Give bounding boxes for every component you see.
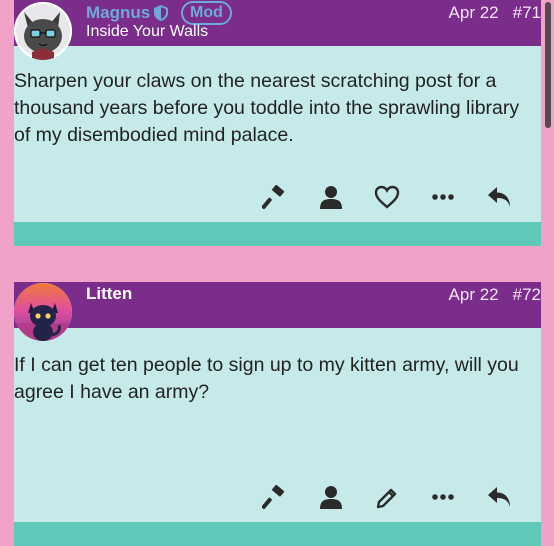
more-icon (432, 194, 454, 200)
reply-button[interactable] (471, 482, 527, 512)
flag-button[interactable] (247, 482, 303, 512)
cat-avatar-icon (14, 283, 72, 341)
post-username[interactable]: Magnus (86, 3, 150, 23)
post-meta: Apr 22 #71 (449, 3, 541, 23)
post-number[interactable]: #72 (513, 285, 541, 304)
post-body: Sharpen your claws on the nearest scratc… (14, 46, 541, 222)
edit-button[interactable] (359, 482, 415, 512)
post-meta: Apr 22 #72 (449, 285, 541, 305)
shield-icon (154, 5, 168, 21)
user-icon (320, 186, 342, 209)
more-button[interactable] (415, 182, 471, 212)
post-footer-bar (14, 522, 541, 546)
avatar-litten[interactable] (14, 283, 72, 341)
more-icon (432, 494, 454, 500)
post-footer-bar (14, 222, 541, 246)
pencil-icon (376, 488, 397, 509)
post-body: If I can get ten people to sign up to my… (14, 328, 541, 522)
user-card-button[interactable] (303, 482, 359, 512)
hammer-icon (262, 484, 285, 510)
more-button[interactable] (415, 482, 471, 512)
heart-icon (374, 185, 400, 209)
post-date[interactable]: Apr 22 (449, 3, 499, 22)
post-actions (247, 182, 527, 212)
post-text: If I can get ten people to sign up to my… (14, 354, 519, 403)
scrollbar[interactable] (545, 2, 551, 128)
reply-icon (488, 187, 510, 207)
post-username[interactable]: Litten (86, 284, 132, 304)
user-title: Inside Your Walls (86, 23, 209, 40)
flag-button[interactable] (247, 182, 303, 212)
cat-avatar-icon (14, 2, 72, 60)
reply-button[interactable] (471, 182, 527, 212)
user-icon (320, 486, 342, 509)
reply-icon (488, 487, 510, 507)
post-header: Litten Apr 22 #72 (14, 282, 541, 328)
post-date[interactable]: Apr 22 (449, 285, 499, 304)
post-actions (247, 482, 527, 512)
like-button[interactable] (359, 182, 415, 212)
avatar-magnus[interactable] (14, 2, 72, 60)
post-71: Magnus Mod Inside Your Walls Apr 22 #71 S… (0, 0, 541, 246)
hammer-icon (262, 184, 285, 210)
post-72: Litten Apr 22 #72 If I can get ten people… (0, 282, 541, 546)
user-card-button[interactable] (303, 182, 359, 212)
post-text: Sharpen your claws on the nearest scratc… (14, 70, 520, 146)
post-number[interactable]: #71 (513, 3, 541, 22)
post-header: Magnus Mod Inside Your Walls Apr 22 #71 (14, 0, 541, 46)
mod-badge: Mod (181, 1, 232, 25)
